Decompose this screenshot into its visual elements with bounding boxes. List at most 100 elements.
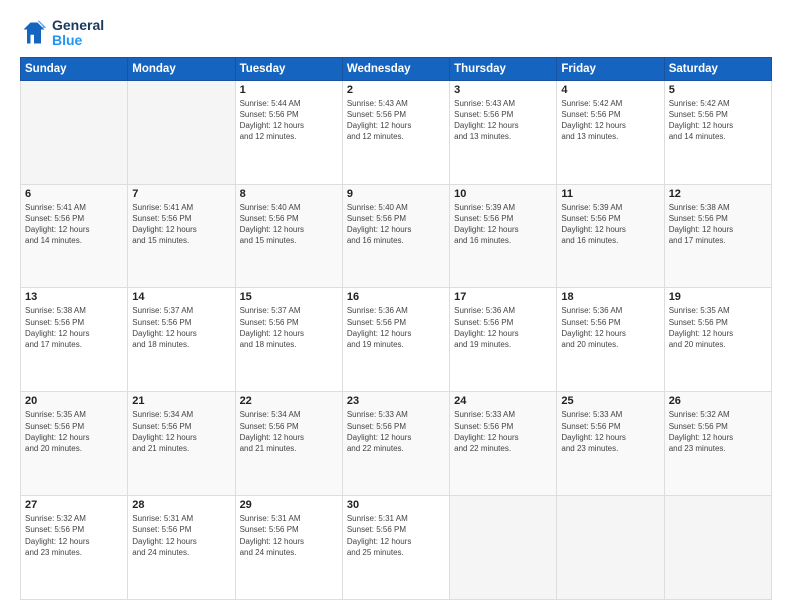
header: GeneralBlue: [20, 18, 772, 49]
day-detail: Sunrise: 5:31 AM Sunset: 5:56 PM Dayligh…: [240, 513, 338, 558]
day-detail: Sunrise: 5:36 AM Sunset: 5:56 PM Dayligh…: [561, 305, 659, 350]
day-detail: Sunrise: 5:43 AM Sunset: 5:56 PM Dayligh…: [454, 98, 552, 143]
calendar-cell: 12 Sunrise: 5:38 AM Sunset: 5:56 PM Dayli…: [664, 184, 771, 288]
day-number: 24: [454, 395, 552, 407]
calendar-cell: 15 Sunrise: 5:37 AM Sunset: 5:56 PM Dayli…: [235, 288, 342, 392]
day-detail: Sunrise: 5:38 AM Sunset: 5:56 PM Dayligh…: [25, 305, 123, 350]
calendar-cell: 24Sunrise: 5:33 AM Sunset: 5:56 PM Dayli…: [450, 392, 557, 496]
calendar-cell: 10 Sunrise: 5:39 AM Sunset: 5:56 PM Dayli…: [450, 184, 557, 288]
calendar-week-row: 6 Sunrise: 5:41 AM Sunset: 5:56 PM Daylig…: [21, 184, 772, 288]
day-number: 15: [240, 291, 338, 303]
day-number: 18: [561, 291, 659, 303]
day-detail: Sunrise: 5:35 AM Sunset: 5:56 PM Dayligh…: [25, 409, 123, 454]
calendar-cell: 23 Sunrise: 5:33 AM Sunset: 5:56 PM Dayli…: [342, 392, 449, 496]
day-detail: Sunrise: 5:38 AM Sunset: 5:56 PM Dayligh…: [669, 202, 767, 247]
calendar-cell: 25 Sunrise: 5:33 AM Sunset: 5:56 PM Dayli…: [557, 392, 664, 496]
calendar-week-row: 13 Sunrise: 5:38 AM Sunset: 5:56 PM Dayli…: [21, 288, 772, 392]
calendar-weekday-header: Friday: [557, 57, 664, 80]
day-number: 3: [454, 84, 552, 96]
calendar-cell: 8 Sunrise: 5:40 AM Sunset: 5:56 PM Daylig…: [235, 184, 342, 288]
day-detail: Sunrise: 5:41 AM Sunset: 5:56 PM Dayligh…: [132, 202, 230, 247]
day-detail: Sunrise: 5:36 AM Sunset: 5:56 PM Dayligh…: [454, 305, 552, 350]
day-detail: Sunrise: 5:33 AM Sunset: 5:56 PM Dayligh…: [561, 409, 659, 454]
day-number: 30: [347, 499, 445, 511]
day-number: 28: [132, 499, 230, 511]
day-number: 21: [132, 395, 230, 407]
calendar-weekday-header: Monday: [128, 57, 235, 80]
day-number: 8: [240, 188, 338, 200]
day-detail: Sunrise: 5:31 AM Sunset: 5:56 PM Dayligh…: [347, 513, 445, 558]
day-detail: Sunrise: 5:32 AM Sunset: 5:56 PM Dayligh…: [669, 409, 767, 454]
calendar-cell: 9 Sunrise: 5:40 AM Sunset: 5:56 PM Daylig…: [342, 184, 449, 288]
day-number: 10: [454, 188, 552, 200]
day-number: 2: [347, 84, 445, 96]
day-number: 4: [561, 84, 659, 96]
calendar-cell: 13 Sunrise: 5:38 AM Sunset: 5:56 PM Dayli…: [21, 288, 128, 392]
calendar-week-row: 20Sunrise: 5:35 AM Sunset: 5:56 PM Dayli…: [21, 392, 772, 496]
calendar-cell: [664, 496, 771, 600]
calendar-header-row: SundayMondayTuesdayWednesdayThursdayFrid…: [21, 57, 772, 80]
calendar-cell: 30 Sunrise: 5:31 AM Sunset: 5:56 PM Dayli…: [342, 496, 449, 600]
calendar-cell: 19 Sunrise: 5:35 AM Sunset: 5:56 PM Dayli…: [664, 288, 771, 392]
calendar-cell: 18 Sunrise: 5:36 AM Sunset: 5:56 PM Dayli…: [557, 288, 664, 392]
calendar-cell: [557, 496, 664, 600]
calendar-cell: 17 Sunrise: 5:36 AM Sunset: 5:56 PM Dayli…: [450, 288, 557, 392]
day-number: 13: [25, 291, 123, 303]
day-detail: Sunrise: 5:40 AM Sunset: 5:56 PM Dayligh…: [240, 202, 338, 247]
day-number: 5: [669, 84, 767, 96]
calendar-cell: 7 Sunrise: 5:41 AM Sunset: 5:56 PM Daylig…: [128, 184, 235, 288]
calendar-cell: 20Sunrise: 5:35 AM Sunset: 5:56 PM Dayli…: [21, 392, 128, 496]
calendar-cell: [21, 80, 128, 184]
day-number: 16: [347, 291, 445, 303]
day-detail: Sunrise: 5:33 AM Sunset: 5:56 PM Dayligh…: [347, 409, 445, 454]
day-detail: Sunrise: 5:39 AM Sunset: 5:56 PM Dayligh…: [561, 202, 659, 247]
day-number: 6: [25, 188, 123, 200]
calendar-cell: 22 Sunrise: 5:34 AM Sunset: 5:56 PM Dayli…: [235, 392, 342, 496]
day-number: 17: [454, 291, 552, 303]
day-detail: Sunrise: 5:40 AM Sunset: 5:56 PM Dayligh…: [347, 202, 445, 247]
day-number: 22: [240, 395, 338, 407]
day-detail: Sunrise: 5:31 AM Sunset: 5:56 PM Dayligh…: [132, 513, 230, 558]
day-number: 29: [240, 499, 338, 511]
day-number: 25: [561, 395, 659, 407]
logo-icon: [20, 19, 48, 47]
day-number: 14: [132, 291, 230, 303]
day-detail: Sunrise: 5:37 AM Sunset: 5:56 PM Dayligh…: [240, 305, 338, 350]
day-detail: Sunrise: 5:44 AM Sunset: 5:56 PM Dayligh…: [240, 98, 338, 143]
day-number: 11: [561, 188, 659, 200]
day-number: 7: [132, 188, 230, 200]
calendar-cell: 3 Sunrise: 5:43 AM Sunset: 5:56 PM Daylig…: [450, 80, 557, 184]
logo: GeneralBlue: [20, 18, 104, 49]
day-number: 9: [347, 188, 445, 200]
calendar-cell: 21 Sunrise: 5:34 AM Sunset: 5:56 PM Dayli…: [128, 392, 235, 496]
day-detail: Sunrise: 5:37 AM Sunset: 5:56 PM Dayligh…: [132, 305, 230, 350]
calendar-cell: 4Sunrise: 5:42 AM Sunset: 5:56 PM Daylig…: [557, 80, 664, 184]
calendar-week-row: 1 Sunrise: 5:44 AM Sunset: 5:56 PM Daylig…: [21, 80, 772, 184]
calendar-cell: 28 Sunrise: 5:31 AM Sunset: 5:56 PM Dayli…: [128, 496, 235, 600]
calendar-cell: [450, 496, 557, 600]
calendar-cell: 29 Sunrise: 5:31 AM Sunset: 5:56 PM Dayli…: [235, 496, 342, 600]
day-detail: Sunrise: 5:35 AM Sunset: 5:56 PM Dayligh…: [669, 305, 767, 350]
day-number: 23: [347, 395, 445, 407]
day-detail: Sunrise: 5:42 AM Sunset: 5:56 PM Dayligh…: [669, 98, 767, 143]
page: GeneralBlue SundayMondayTuesdayWednesday…: [0, 0, 792, 612]
day-number: 1: [240, 84, 338, 96]
calendar-cell: 14 Sunrise: 5:37 AM Sunset: 5:56 PM Dayli…: [128, 288, 235, 392]
day-detail: Sunrise: 5:34 AM Sunset: 5:56 PM Dayligh…: [132, 409, 230, 454]
day-number: 12: [669, 188, 767, 200]
calendar-week-row: 27Sunrise: 5:32 AM Sunset: 5:56 PM Dayli…: [21, 496, 772, 600]
logo-text: GeneralBlue: [52, 18, 104, 49]
calendar-cell: 5 Sunrise: 5:42 AM Sunset: 5:56 PM Daylig…: [664, 80, 771, 184]
day-detail: Sunrise: 5:39 AM Sunset: 5:56 PM Dayligh…: [454, 202, 552, 247]
calendar-weekday-header: Wednesday: [342, 57, 449, 80]
calendar-weekday-header: Thursday: [450, 57, 557, 80]
day-detail: Sunrise: 5:34 AM Sunset: 5:56 PM Dayligh…: [240, 409, 338, 454]
calendar-cell: 26 Sunrise: 5:32 AM Sunset: 5:56 PM Dayli…: [664, 392, 771, 496]
day-number: 19: [669, 291, 767, 303]
calendar-cell: 16Sunrise: 5:36 AM Sunset: 5:56 PM Dayli…: [342, 288, 449, 392]
day-number: 26: [669, 395, 767, 407]
calendar-table: SundayMondayTuesdayWednesdayThursdayFrid…: [20, 57, 772, 600]
calendar-cell: 6Sunrise: 5:41 AM Sunset: 5:56 PM Daylig…: [21, 184, 128, 288]
calendar-cell: [128, 80, 235, 184]
calendar-weekday-header: Tuesday: [235, 57, 342, 80]
